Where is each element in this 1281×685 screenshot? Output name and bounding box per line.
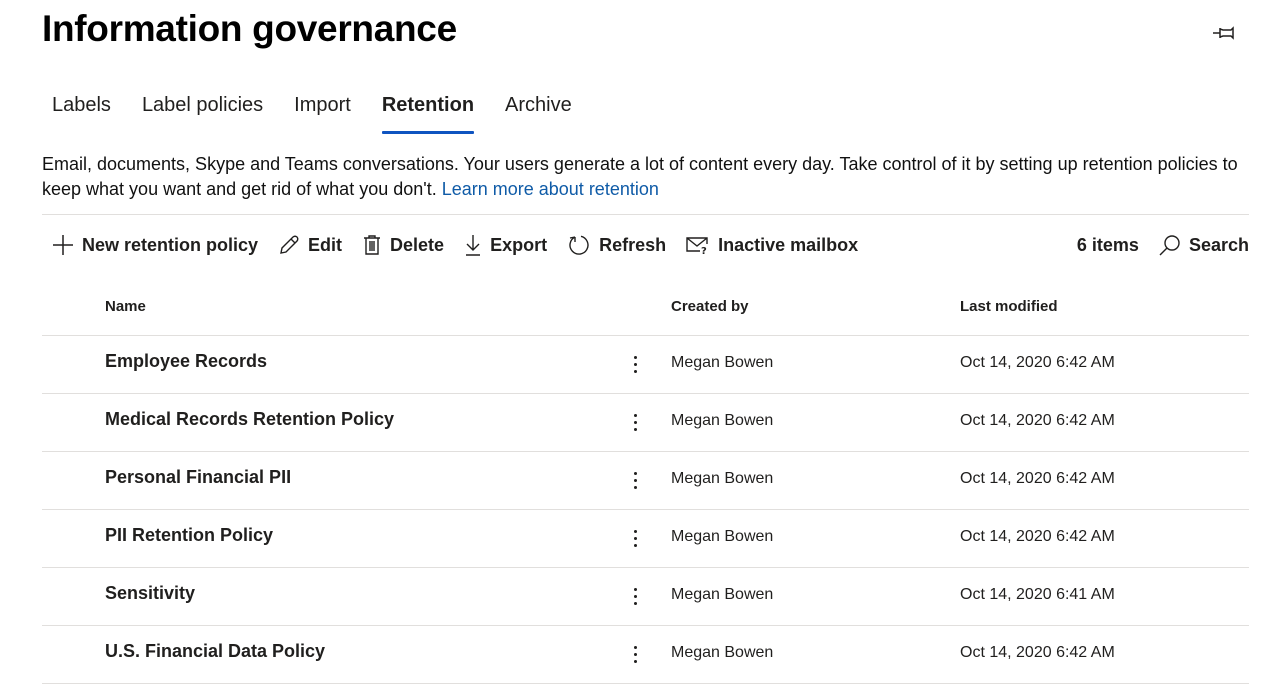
table-row[interactable]: PII Retention Policy Megan Bowen Oct 14, 2… — [42, 510, 1249, 568]
edit-button[interactable]: Edit — [268, 228, 352, 262]
policy-name[interactable]: Medical Records Retention Policy — [105, 409, 394, 430]
column-header-name[interactable]: Name — [105, 298, 146, 315]
delete-button[interactable]: Delete — [352, 228, 454, 262]
created-by: Megan Bowen — [671, 470, 774, 487]
search-button[interactable]: Search — [1149, 228, 1249, 262]
command-bar-right: 6 items Search — [1077, 228, 1249, 262]
policy-name[interactable]: PII Retention Policy — [105, 525, 273, 546]
more-options-button[interactable] — [626, 408, 644, 436]
last-modified: Oct 14, 2020 6:42 AM — [960, 644, 1115, 661]
more-options-button[interactable] — [626, 350, 644, 378]
created-by: Megan Bowen — [671, 412, 774, 429]
search-icon — [1159, 235, 1180, 256]
new-retention-policy-button[interactable]: New retention policy — [42, 228, 268, 262]
search-label: Search — [1188, 234, 1249, 255]
column-header-last-modified[interactable]: Last modified — [960, 298, 1058, 315]
page-title: Information governance — [42, 8, 457, 49]
tab-bar: Labels Label policies Import Retention A… — [42, 88, 593, 134]
delete-label: Delete — [390, 234, 445, 255]
mail-question-icon: ? — [686, 237, 708, 255]
trash-icon — [364, 235, 381, 255]
refresh-label: Refresh — [599, 234, 667, 255]
last-modified: Oct 14, 2020 6:41 AM — [960, 586, 1115, 603]
new-retention-policy-label: New retention policy — [82, 234, 259, 255]
more-vertical-icon — [633, 413, 637, 431]
table-row[interactable]: Medical Records Retention Policy Megan Bo… — [42, 394, 1249, 452]
more-vertical-icon — [633, 587, 637, 605]
page-description: Email, documents, Skype and Teams conver… — [42, 152, 1252, 202]
last-modified: Oct 14, 2020 6:42 AM — [960, 528, 1115, 545]
created-by: Megan Bowen — [671, 644, 774, 661]
tab-archive[interactable]: Archive — [495, 88, 582, 134]
table-row[interactable]: Personal Financial PII Megan Bowen Oct 14,… — [42, 452, 1249, 510]
export-button[interactable]: Export — [454, 228, 557, 262]
inactive-mailbox-button[interactable]: ? Inactive mailbox — [676, 228, 868, 262]
item-count: 6 items — [1076, 234, 1139, 255]
last-modified: Oct 14, 2020 6:42 AM — [960, 470, 1115, 487]
export-label: Export — [490, 234, 548, 255]
inactive-mailbox-label: Inactive mailbox — [718, 234, 859, 255]
more-options-button[interactable] — [626, 582, 644, 610]
tab-retention[interactable]: Retention — [372, 88, 484, 134]
download-icon — [466, 235, 481, 256]
refresh-button[interactable]: Refresh — [557, 228, 676, 262]
more-vertical-icon — [633, 645, 637, 663]
plus-icon — [53, 235, 73, 255]
last-modified: Oct 14, 2020 6:42 AM — [960, 412, 1115, 429]
created-by: Megan Bowen — [671, 354, 774, 371]
column-header-created-by[interactable]: Created by — [671, 298, 749, 315]
pin-button[interactable] — [1212, 24, 1236, 42]
tab-label-policies[interactable]: Label policies — [132, 88, 273, 134]
learn-more-link[interactable]: Learn more about retention — [442, 179, 659, 199]
refresh-icon — [569, 235, 589, 255]
svg-text:?: ? — [701, 246, 707, 255]
table-row[interactable]: Employee Records Megan Bowen Oct 14, 2020 … — [42, 336, 1249, 394]
created-by: Megan Bowen — [671, 528, 774, 545]
created-by: Megan Bowen — [671, 586, 774, 603]
policy-name[interactable]: U.S. Financial Data Policy — [105, 641, 325, 662]
edit-label: Edit — [308, 234, 343, 255]
last-modified: Oct 14, 2020 6:42 AM — [960, 354, 1115, 371]
divider — [42, 214, 1249, 215]
tab-labels[interactable]: Labels — [42, 88, 121, 134]
more-options-button[interactable] — [626, 466, 644, 494]
policy-name[interactable]: Personal Financial PII — [105, 467, 291, 488]
table-row[interactable]: Sensitivity Megan Bowen Oct 14, 2020 6:41 … — [42, 568, 1249, 626]
table-row[interactable]: U.S. Financial Data Policy Megan Bowen Oct… — [42, 626, 1249, 684]
more-options-button[interactable] — [626, 524, 644, 552]
tab-import[interactable]: Import — [284, 88, 361, 134]
more-vertical-icon — [633, 529, 637, 547]
policy-name[interactable]: Sensitivity — [105, 583, 195, 604]
more-vertical-icon — [633, 471, 637, 489]
command-bar: New retention policy Edit Delete Export … — [42, 228, 868, 262]
policy-name[interactable]: Employee Records — [105, 351, 267, 372]
pin-icon — [1213, 26, 1234, 40]
more-options-button[interactable] — [626, 640, 644, 668]
more-vertical-icon — [633, 355, 637, 373]
pencil-icon — [280, 235, 299, 254]
table-header: Name Created by Last modified — [42, 292, 1249, 335]
